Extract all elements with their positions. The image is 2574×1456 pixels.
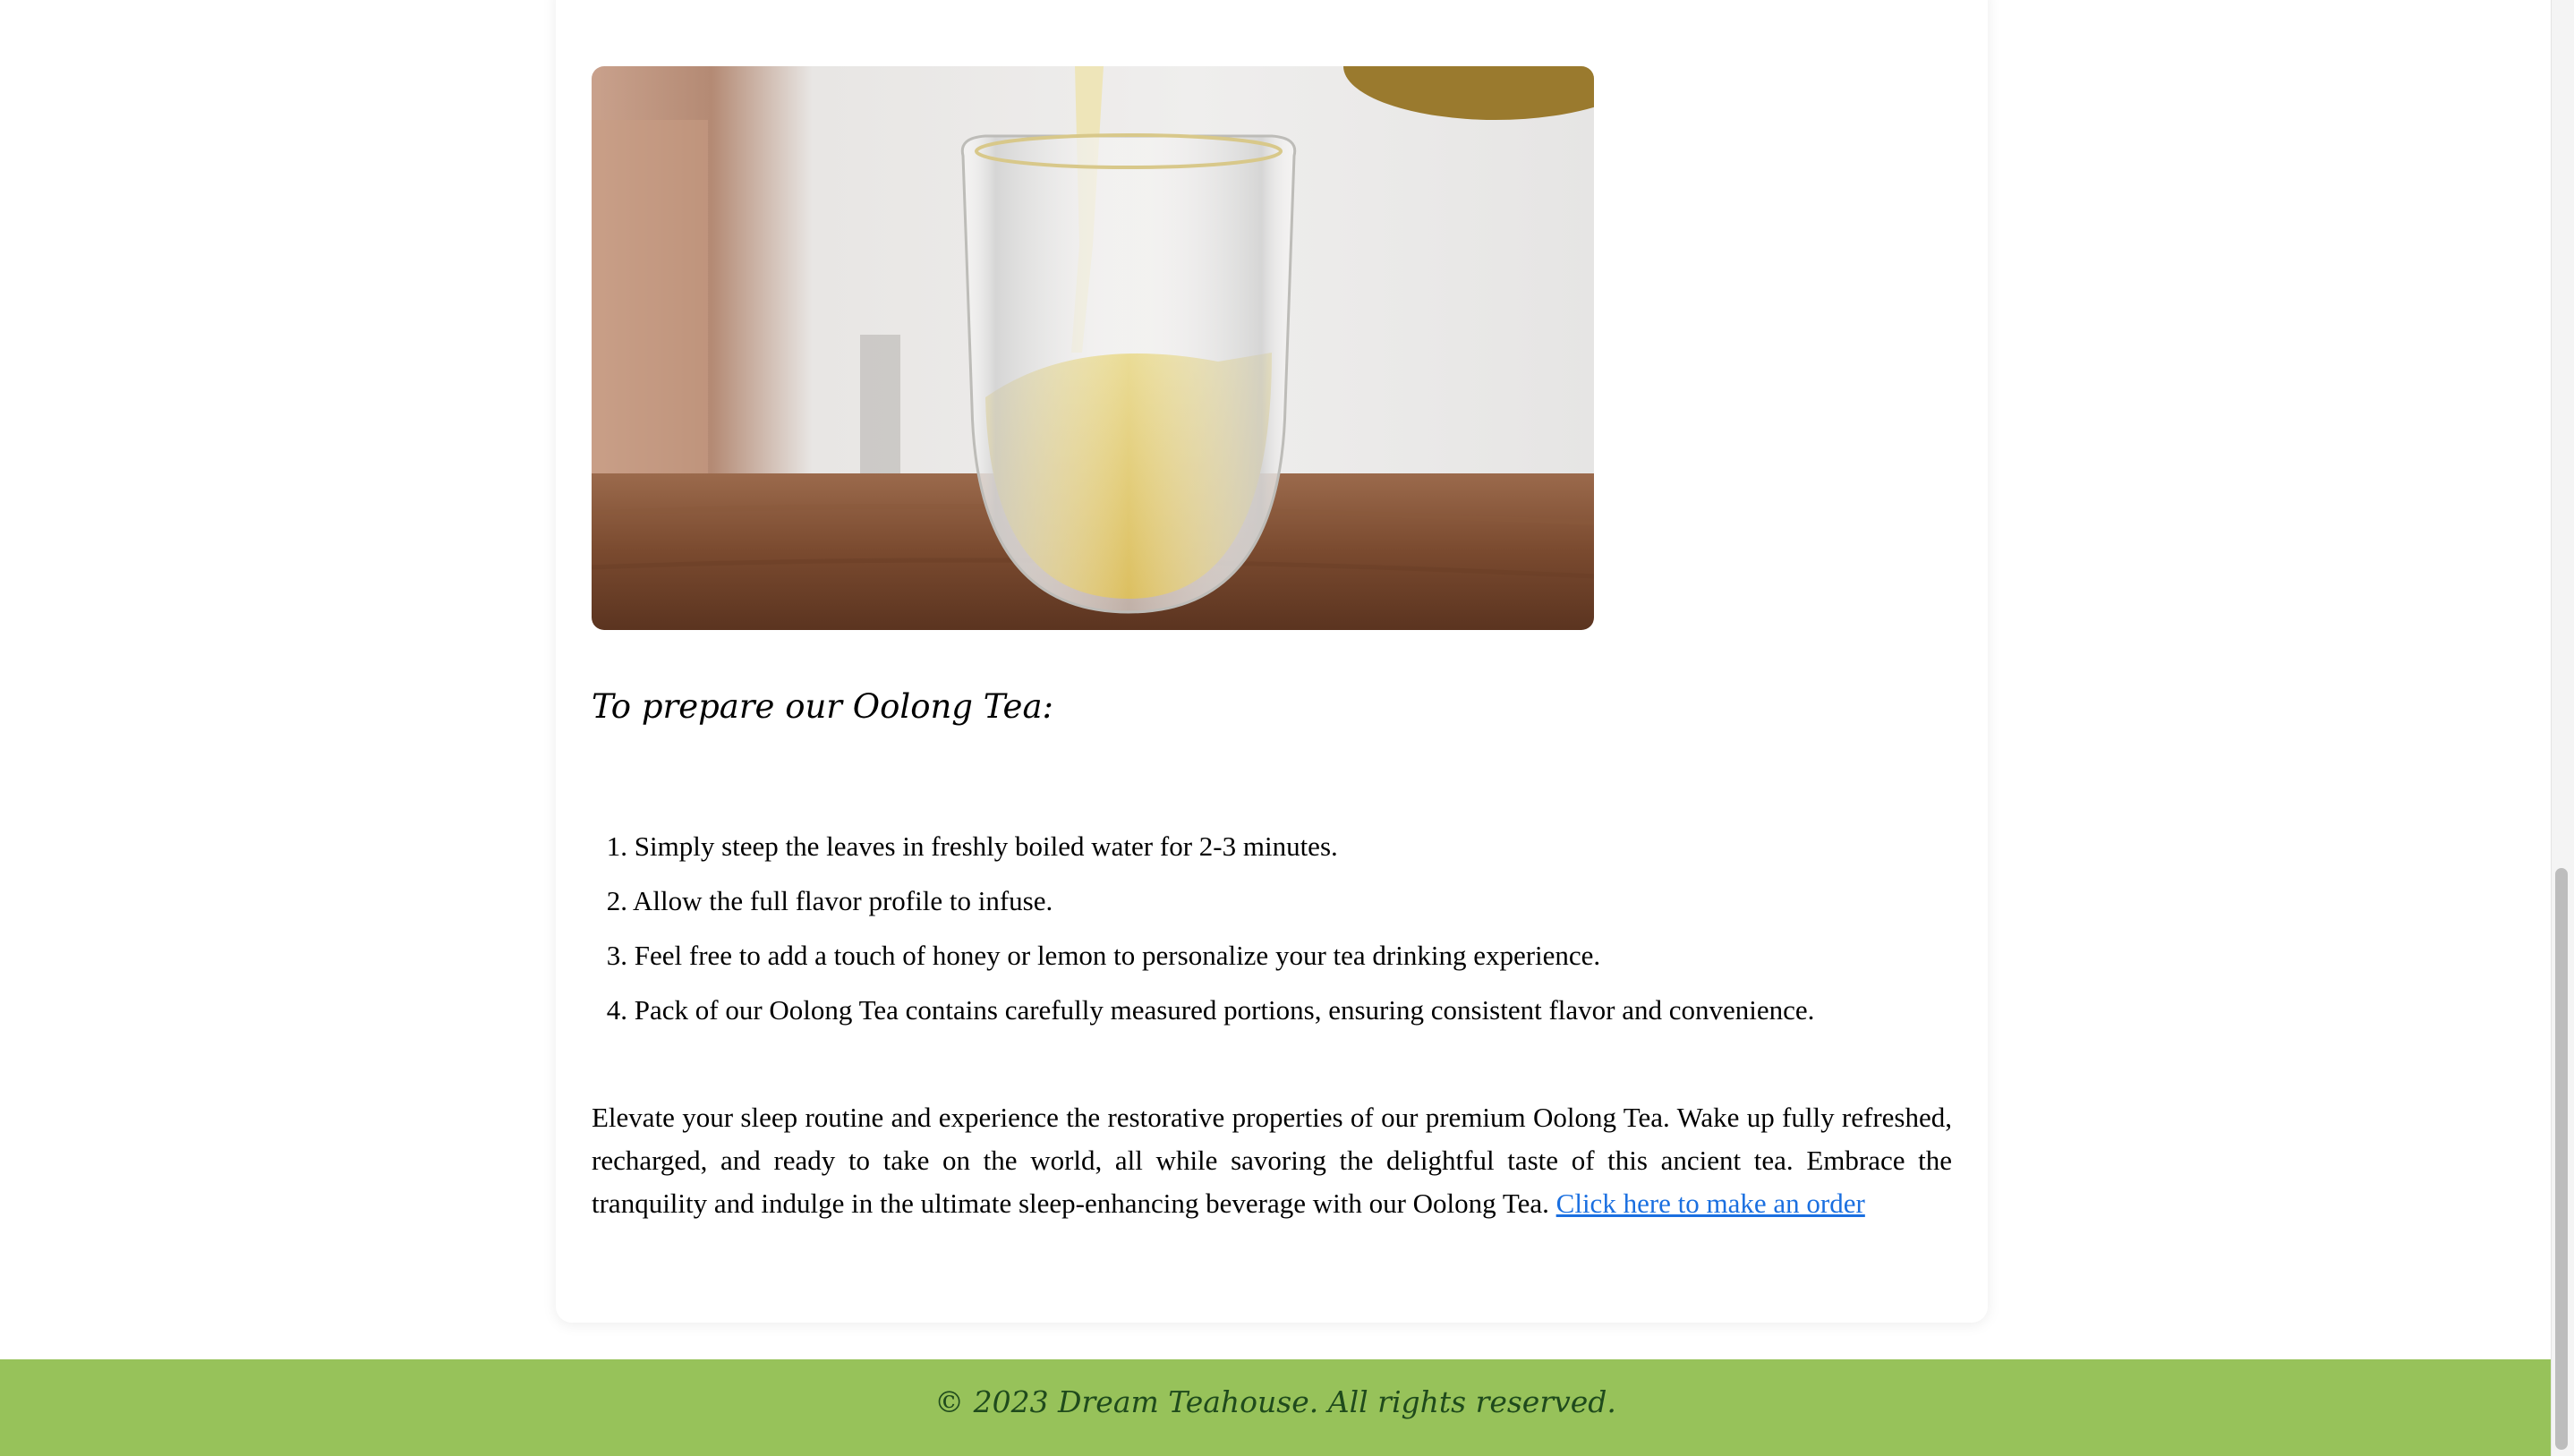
tea-photo	[592, 66, 1594, 630]
step-number: 3.	[606, 940, 627, 971]
order-link[interactable]: Click here to make an order	[1556, 1188, 1865, 1219]
step-text: Simply steep the leaves in freshly boile…	[634, 830, 1338, 862]
footer: © 2023 Dream Teahouse. All rights reserv…	[0, 1359, 2551, 1456]
step-text: Feel free to add a touch of honey or lem…	[634, 940, 1601, 971]
step-text: Pack of our Oolong Tea contains carefull…	[634, 994, 1815, 1026]
closing-paragraph: Elevate your sleep routine and experienc…	[592, 1096, 1952, 1225]
footer-copyright: © 2023 Dream Teahouse. All rights reserv…	[934, 1384, 1616, 1419]
list-item: 1. Simply steep the leaves in freshly bo…	[592, 823, 1952, 878]
step-number: 2.	[606, 885, 627, 916]
scrollbar-thumb[interactable]	[2555, 868, 2568, 1450]
list-item: 2. Allow the full flavor profile to infu…	[592, 878, 1952, 932]
step-text: Allow the full flavor profile to infuse.	[633, 885, 1053, 916]
prepare-heading: To prepare our Oolong Tea:	[592, 687, 1053, 726]
step-number: 1.	[606, 830, 627, 862]
steps-list: 1. Simply steep the leaves in freshly bo…	[592, 823, 1952, 1042]
list-item: 4. Pack of our Oolong Tea contains caref…	[592, 987, 1952, 1042]
list-item: 3. Feel free to add a touch of honey or …	[592, 932, 1952, 987]
tea-pour-photo-icon	[592, 66, 1594, 630]
page-viewport: To prepare our Oolong Tea: 1. Simply ste…	[0, 0, 2551, 1456]
step-number: 4.	[606, 994, 627, 1026]
